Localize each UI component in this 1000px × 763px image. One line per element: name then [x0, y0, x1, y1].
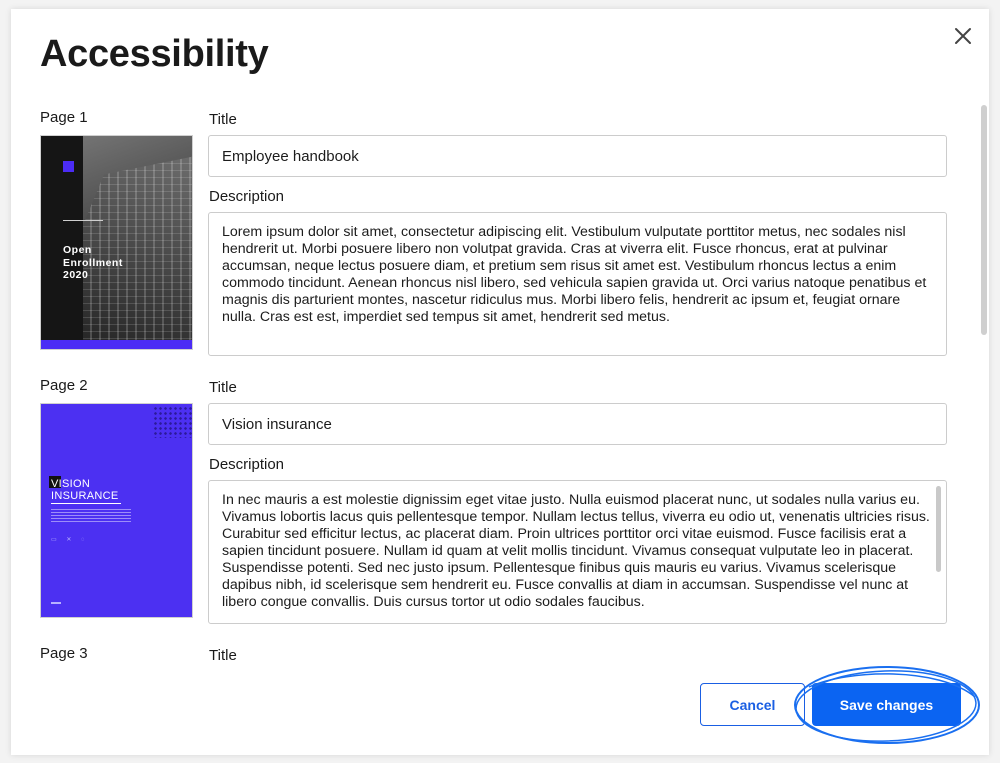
page-2-title-input[interactable] — [208, 403, 947, 445]
save-changes-button[interactable]: Save changes — [812, 683, 961, 726]
page-2-title-label: Title — [209, 379, 237, 396]
page-3-label: Page 3 — [40, 645, 88, 662]
accessibility-dialog: Accessibility Page 1 Open Enrollment 202… — [11, 9, 989, 755]
pages-scroll-area[interactable]: Page 1 Open Enrollment 2020 Title Descri… — [11, 101, 989, 667]
page-2-thumbnail: VISION INSURANCE ▭ ✕ ◌ — [40, 403, 193, 618]
close-icon — [955, 28, 971, 44]
page-2-label: Page 2 — [40, 377, 88, 394]
thumbnail-heading: VISION INSURANCE — [51, 478, 119, 502]
page-3-title-label: Title — [209, 647, 237, 664]
thumbnail-icons: ▭ ✕ ◌ — [51, 537, 89, 543]
page-2-description-input[interactable]: In nec mauris a est molestie dignissim e… — [208, 480, 947, 624]
dialog-scrollbar[interactable] — [981, 105, 987, 661]
page-2-description-scrollbar[interactable] — [936, 486, 941, 572]
dialog-scrollbar-thumb[interactable] — [981, 105, 987, 335]
page-1-thumbnail: Open Enrollment 2020 — [40, 135, 193, 350]
close-button[interactable] — [951, 24, 975, 48]
page-1-label: Page 1 — [40, 109, 88, 126]
thumbnail-heading: Open Enrollment 2020 — [63, 244, 123, 281]
dialog-title: Accessibility — [40, 33, 269, 75]
page-2-description-label: Description — [209, 456, 285, 473]
page-1-title-label: Title — [209, 111, 237, 128]
brand-logo — [63, 161, 74, 172]
page-1-description-input[interactable]: Lorem ipsum dolor sit amet, consectetur … — [208, 212, 947, 356]
cancel-button[interactable]: Cancel — [700, 683, 805, 726]
page-1-description-label: Description — [209, 188, 285, 205]
page-1-title-input[interactable] — [208, 135, 947, 177]
